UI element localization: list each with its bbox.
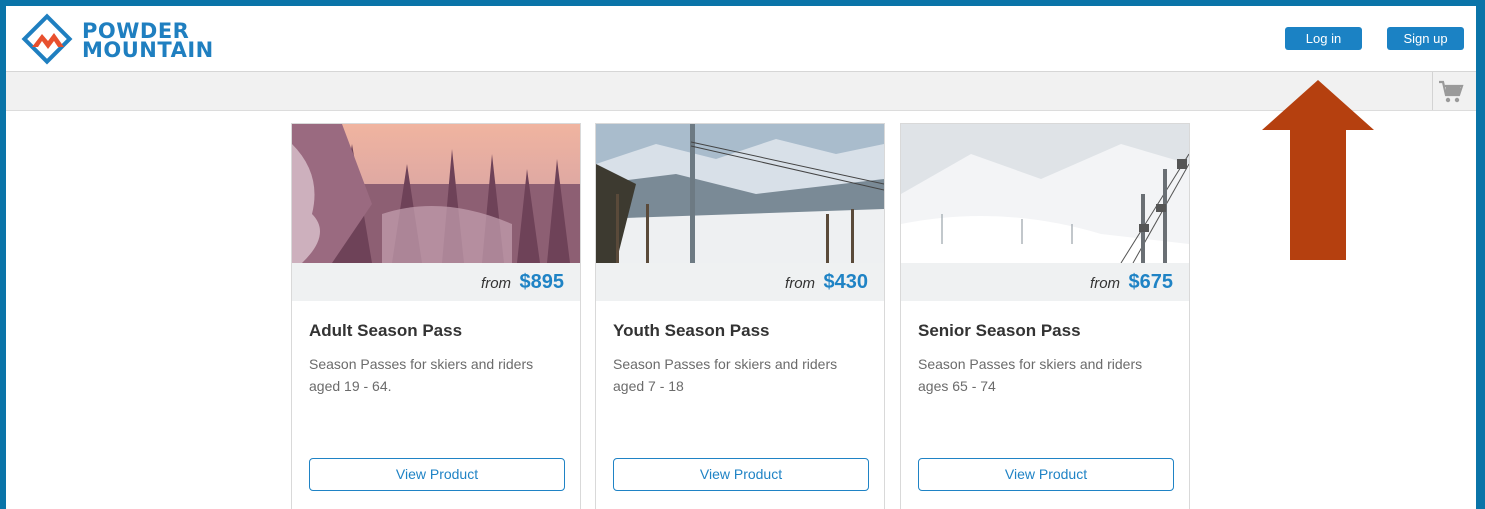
product-title: Adult Season Pass — [309, 321, 463, 340]
from-label: from — [1090, 275, 1121, 292]
price-amount: $895 — [519, 271, 565, 293]
product-description: Season Passes for skiers and riders aged… — [613, 356, 838, 394]
view-product-button[interactable]: View Product — [918, 458, 1174, 491]
product-description: Season Passes for skiers and riders aged… — [309, 356, 534, 394]
price-display: from $895 — [481, 271, 564, 294]
price-display: from $430 — [785, 271, 868, 294]
product-card-youth: from $430 Youth Season Pass Season Passe… — [595, 123, 885, 509]
shopping-cart-icon[interactable] — [1438, 80, 1464, 104]
price-band: from $895 — [292, 263, 580, 301]
site-header: POWDER MOUNTAIN Log in Sign up — [6, 6, 1476, 72]
price-amount: $675 — [1128, 271, 1174, 293]
product-title: Youth Season Pass — [613, 321, 770, 340]
view-product-button[interactable]: View Product — [613, 458, 869, 491]
sub-navigation-bar — [6, 72, 1476, 111]
logo-wordmark: POWDER MOUNTAIN — [82, 21, 214, 62]
up-arrow-annotation-icon — [1262, 80, 1374, 260]
from-label: from — [481, 275, 512, 292]
product-image-ski-lift-valley — [596, 124, 884, 263]
price-display: from $675 — [1090, 271, 1173, 294]
view-product-button[interactable]: View Product — [309, 458, 565, 491]
product-title: Senior Season Pass — [918, 321, 1081, 340]
logo-line-2: MOUNTAIN — [82, 38, 214, 62]
price-band: from $430 — [596, 263, 884, 301]
page-frame: POWDER MOUNTAIN Log in Sign up from $895… — [6, 6, 1476, 509]
logo-mark-icon — [21, 13, 73, 65]
product-image-snowy-forest — [292, 124, 580, 263]
product-card-adult: from $895 Adult Season Pass Season Passe… — [291, 123, 581, 509]
signup-button[interactable]: Sign up — [1387, 27, 1464, 50]
cart-divider — [1432, 72, 1433, 110]
product-description: Season Passes for skiers and riders ages… — [918, 356, 1143, 394]
price-band: from $675 — [901, 263, 1189, 301]
product-image-snowy-chairlift — [901, 124, 1189, 263]
powder-mountain-logo[interactable]: POWDER MOUNTAIN — [18, 12, 228, 68]
login-button[interactable]: Log in — [1285, 27, 1362, 50]
from-label: from — [785, 275, 816, 292]
price-amount: $430 — [823, 271, 869, 293]
product-card-senior: from $675 Senior Season Pass Season Pass… — [900, 123, 1190, 509]
